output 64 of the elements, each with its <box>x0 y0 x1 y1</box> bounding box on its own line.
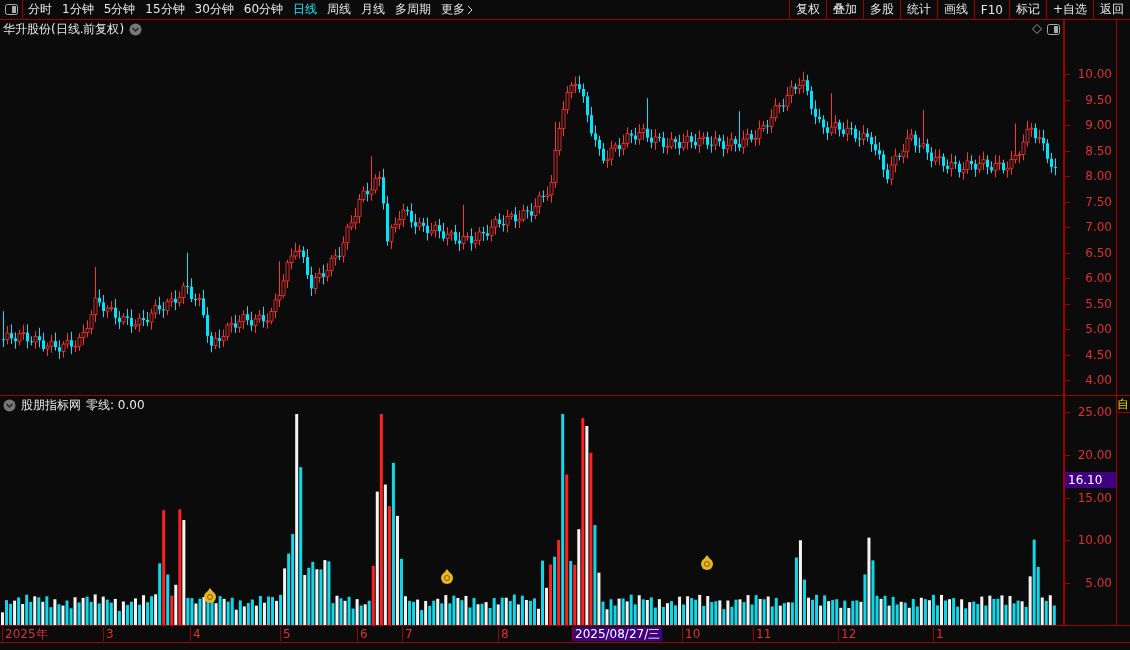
date-axis-label: 12 <box>838 627 859 641</box>
axis-tick-label: 10.00 <box>1077 67 1112 81</box>
axis-tick-label: 6.00 <box>1085 271 1112 285</box>
chart-title: 华升股份(日线.前复权) <box>3 20 125 38</box>
date-axis-label: 2025/08/27/三 <box>572 627 663 641</box>
axis-tick-label: 4.00 <box>1085 373 1112 387</box>
axis-tick-label: 25.00 <box>1077 405 1112 419</box>
period-tab[interactable]: 15分钟 <box>140 0 190 19</box>
sidebar-toggle-icon[interactable] <box>4 4 18 15</box>
period-tab[interactable]: 30分钟 <box>189 0 239 19</box>
indicator-name: 股朋指标网 <box>21 396 81 414</box>
date-axis-label: 2025年 <box>2 627 50 641</box>
date-axis-label: 6 <box>357 627 370 641</box>
axis-tick-label: 7.50 <box>1085 194 1112 209</box>
side-panel-label: 自 <box>1117 396 1130 413</box>
diamond-icon[interactable] <box>1032 24 1042 34</box>
axis-tick-label: 8.50 <box>1085 143 1112 158</box>
money-bag-icon <box>204 588 216 603</box>
date-axis-label: 3 <box>103 627 116 641</box>
toolbar-button[interactable]: 统计 <box>899 0 937 19</box>
dropdown-icon[interactable] <box>129 22 143 36</box>
period-tab[interactable]: 更多 <box>436 0 479 19</box>
toolbar-button[interactable]: 复权 <box>788 0 826 19</box>
toolbar-button[interactable]: 返回 <box>1093 0 1130 19</box>
axis-tick-label: 20.00 <box>1077 447 1112 462</box>
axis-tick-label: 10.00 <box>1077 533 1112 548</box>
date-axis-label: 5 <box>280 627 293 641</box>
money-bag-icon <box>701 555 713 570</box>
axis-tick-label: 7.00 <box>1085 220 1112 234</box>
indicator-reading: 零线: 0.00 <box>86 396 145 414</box>
axis-tick-label: 5.50 <box>1085 296 1112 311</box>
date-axis-label: 1 <box>933 627 946 641</box>
toolbar-button[interactable]: +自选 <box>1045 0 1093 19</box>
toolbar-button[interactable]: 多股 <box>862 0 900 19</box>
cursor-value-label: 16.10 <box>1065 472 1116 488</box>
date-axis-label: 4 <box>190 627 203 641</box>
toolbar-button[interactable]: 画线 <box>936 0 974 19</box>
period-tab[interactable]: 60分钟 <box>238 0 289 19</box>
toolbar-button[interactable]: 标记 <box>1008 0 1046 19</box>
period-tab[interactable]: 周线 <box>322 0 357 19</box>
toolbar-button[interactable]: 叠加 <box>825 0 863 19</box>
axis-tick-label: 15.00 <box>1077 490 1112 505</box>
axis-tick-label: 8.00 <box>1085 169 1112 183</box>
axis-tick-label: 9.00 <box>1085 118 1112 132</box>
period-tab[interactable]: 月线 <box>356 0 391 19</box>
period-tab[interactable]: 分时 <box>23 0 57 19</box>
toolbar-button[interactable]: F10 <box>973 0 1009 19</box>
axis-tick-label: 6.50 <box>1085 245 1112 260</box>
chevron-right-icon <box>467 4 474 15</box>
axis-tick-label: 4.50 <box>1085 347 1112 362</box>
period-tab[interactable]: 多周期 <box>390 0 437 19</box>
money-bag-icon <box>441 569 453 584</box>
period-tab[interactable]: 日线 <box>288 0 323 19</box>
dropdown-icon[interactable] <box>3 398 16 412</box>
axis-tick-label: 5.00 <box>1085 322 1112 336</box>
date-axis-label: 7 <box>402 627 415 641</box>
period-tab[interactable]: 5分钟 <box>98 0 141 19</box>
date-axis-label: 8 <box>498 627 511 641</box>
date-axis-label: 10 <box>682 627 703 641</box>
axis-tick-label: 5.00 <box>1085 576 1112 590</box>
period-tab[interactable]: 1分钟 <box>57 0 99 19</box>
axis-tick-label: 9.50 <box>1085 92 1112 107</box>
date-axis-label: 11 <box>753 627 774 641</box>
panel-toggle-icon[interactable] <box>1047 23 1060 35</box>
